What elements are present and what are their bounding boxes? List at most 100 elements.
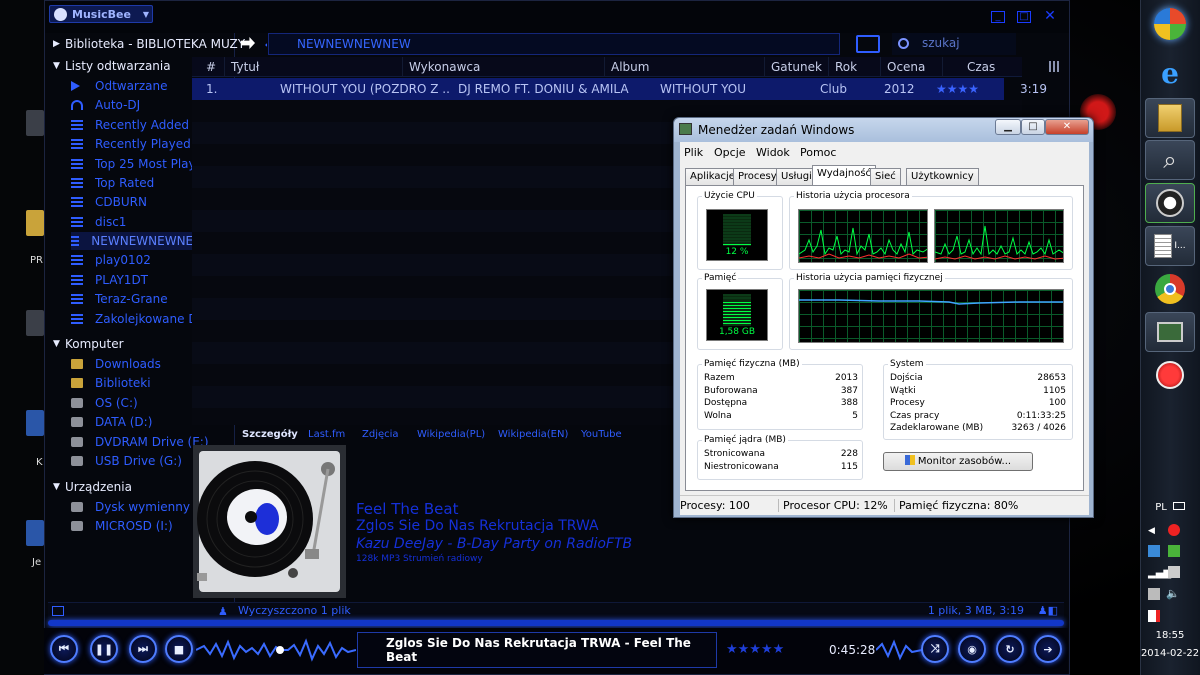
- view-toggle-icon[interactable]: [856, 35, 880, 53]
- taskbar-chrome[interactable]: [1145, 269, 1195, 309]
- menu-help[interactable]: Pomoc: [800, 146, 836, 159]
- computer-item[interactable]: OS (C:): [71, 394, 138, 412]
- scrobble-button[interactable]: ◉: [958, 635, 986, 663]
- computer-item[interactable]: USB Drive (G:): [71, 452, 182, 470]
- tree-playlists[interactable]: ▼ Listy odtwarzania: [53, 57, 171, 75]
- tray-flag-icon[interactable]: [1148, 610, 1160, 622]
- playlist-item[interactable]: PLAY1DT: [71, 271, 148, 289]
- device-item[interactable]: MICROSD (I:): [71, 517, 173, 535]
- player-rating[interactable]: ★★★★★: [726, 642, 784, 657]
- playlist-item[interactable]: Teraz-Grane: [71, 290, 168, 308]
- column-chooser-icon[interactable]: [1049, 61, 1060, 72]
- tray-security-icon[interactable]: [1168, 545, 1180, 557]
- playlist-item-selected[interactable]: NEWNEWNEWNEW: [71, 232, 205, 250]
- user-icon[interactable]: ♟◧: [1038, 603, 1058, 619]
- tab-network[interactable]: Sieć: [870, 168, 901, 185]
- playlist-item[interactable]: Auto-DJ: [71, 96, 140, 114]
- col-title[interactable]: Tytuł: [224, 57, 402, 77]
- clock-date[interactable]: 2014-02-22: [1140, 648, 1200, 659]
- tab-photos[interactable]: Zdjęcia: [362, 429, 399, 440]
- tab-applications[interactable]: Aplikacje: [685, 168, 740, 185]
- playlist-item[interactable]: play0102: [71, 251, 151, 269]
- start-button[interactable]: [1145, 4, 1195, 44]
- stop-button[interactable]: ■: [165, 635, 193, 663]
- tab-wikipedia-en[interactable]: Wikipedia(EN): [498, 429, 568, 440]
- playlist-item[interactable]: Top 25 Most Played: [71, 155, 211, 173]
- volume-icon[interactable]: 🔈: [1166, 587, 1180, 600]
- playlist-item[interactable]: CDBURN: [71, 193, 147, 211]
- next-button[interactable]: ⏭: [129, 635, 157, 663]
- maximize-button[interactable]: □: [1021, 119, 1045, 135]
- tree-library[interactable]: ▶ Biblioteka - BIBLIOTEKA MUZY: [53, 35, 245, 53]
- language-indicator[interactable]: PL: [1140, 502, 1200, 513]
- col-number[interactable]: #: [192, 57, 224, 77]
- now-playing-bar[interactable]: Zglos Sie Do Nas Rekrutacja TRWA - Feel …: [357, 632, 875, 668]
- tab-youtube[interactable]: YouTube: [581, 429, 622, 440]
- tray-monitor-icon[interactable]: [1148, 588, 1160, 600]
- tray-expand-icon[interactable]: ◀: [1148, 526, 1155, 536]
- tab-details[interactable]: Szczegóły: [242, 429, 298, 440]
- layout-icon[interactable]: [52, 606, 64, 616]
- tab-performance[interactable]: Wydajność: [812, 165, 877, 186]
- equalizer-button[interactable]: ➔: [1034, 635, 1062, 663]
- tab-lastfm[interactable]: Last.fm: [308, 429, 345, 440]
- previous-button[interactable]: ⏮: [50, 635, 78, 663]
- taskbar-search[interactable]: ⌕: [1145, 140, 1195, 180]
- taskbar-musicbee[interactable]: [1145, 183, 1195, 223]
- desktop-folder-icon[interactable]: [26, 210, 44, 236]
- tab-processes[interactable]: Procesy: [733, 168, 782, 185]
- col-time[interactable]: Czas: [942, 57, 1022, 77]
- table-row[interactable]: 1. WITHOUT YOU (POZDRO Z ... DJ REMO FT.…: [192, 78, 1047, 100]
- menu-view[interactable]: Widok: [756, 146, 790, 159]
- close-button[interactable]: ✕: [1045, 119, 1089, 135]
- playlist-path-bar[interactable]: NEWNEWNEWNEW: [268, 33, 840, 55]
- minimize-button[interactable]: ▁: [995, 119, 1021, 135]
- desktop-icon[interactable]: [26, 110, 44, 136]
- tray-red-icon[interactable]: [1168, 524, 1180, 536]
- musicbee-menu-button[interactable]: MusicBee ▼: [49, 5, 153, 23]
- computer-item[interactable]: Biblioteki: [71, 374, 151, 392]
- taskbar-recorder[interactable]: [1145, 355, 1195, 395]
- minimize-button[interactable]: _: [991, 11, 1005, 23]
- task-manager-titlebar[interactable]: Menedżer zadań Windows ▁ □ ✕: [674, 118, 1093, 142]
- tab-users[interactable]: Użytkownicy: [906, 168, 979, 185]
- desktop-icon[interactable]: [26, 310, 44, 336]
- computer-item[interactable]: DATA (D:): [71, 413, 152, 431]
- col-year[interactable]: Rok: [828, 57, 880, 77]
- tab-wikipedia-pl[interactable]: Wikipedia(PL): [417, 429, 485, 440]
- resource-monitor-button[interactable]: Monitor zasobów...: [883, 452, 1033, 471]
- taskbar-document[interactable]: I...: [1145, 226, 1195, 266]
- volume-knob[interactable]: [276, 646, 284, 654]
- tree-computer[interactable]: ▼ Komputer: [53, 335, 124, 353]
- close-button[interactable]: ✕: [1043, 9, 1057, 23]
- col-genre[interactable]: Gatunek: [764, 57, 828, 77]
- taskbar-explorer[interactable]: [1145, 98, 1195, 138]
- maximize-button[interactable]: □: [1017, 11, 1031, 23]
- clock-time[interactable]: 18:55: [1140, 630, 1200, 641]
- desktop-icon[interactable]: [26, 410, 44, 436]
- tab-services[interactable]: Usługi: [776, 168, 817, 185]
- tree-devices[interactable]: ▼ Urządzenia: [53, 478, 132, 496]
- repeat-button[interactable]: ↻: [996, 635, 1024, 663]
- taskbar-taskmanager[interactable]: [1145, 312, 1195, 352]
- desktop-icon[interactable]: [26, 520, 44, 546]
- pause-button[interactable]: ❚❚: [90, 635, 118, 663]
- playlist-item[interactable]: Top Rated: [71, 174, 154, 192]
- tray-network-icon[interactable]: [1168, 566, 1180, 578]
- tray-dropbox-icon[interactable]: [1148, 545, 1160, 557]
- col-rating[interactable]: Ocena: [880, 57, 942, 77]
- volume-waveform[interactable]: [196, 636, 356, 664]
- menu-file[interactable]: Plik: [684, 146, 703, 159]
- computer-item[interactable]: DVDRAM Drive (E:): [71, 433, 209, 451]
- col-artist[interactable]: Wykonawca: [402, 57, 604, 77]
- playlist-item[interactable]: Odtwarzane: [71, 77, 168, 95]
- shuffle-button[interactable]: ⤨: [921, 635, 949, 663]
- search-input[interactable]: szukaj: [892, 33, 1016, 55]
- menu-options[interactable]: Opcje: [714, 146, 746, 159]
- taskbar-ie[interactable]: e: [1145, 53, 1195, 93]
- playlist-item[interactable]: Recently Added: [71, 116, 189, 134]
- playlist-item[interactable]: Recently Played: [71, 135, 191, 153]
- playback-progress-bar[interactable]: [48, 620, 1064, 626]
- playlist-item[interactable]: disc1: [71, 213, 126, 231]
- track-rating[interactable]: ★★★★: [930, 78, 990, 100]
